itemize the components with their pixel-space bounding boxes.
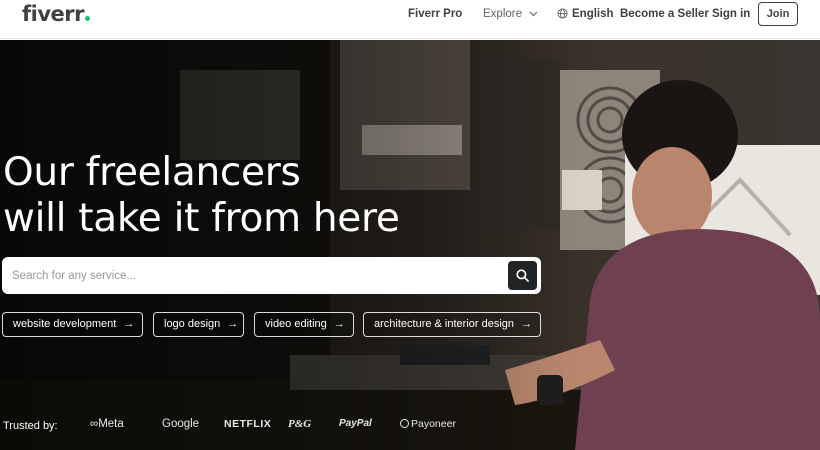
chip-label: logo design xyxy=(164,318,221,330)
arrow-right-icon: → xyxy=(521,318,533,330)
arrow-right-icon: → xyxy=(333,318,345,330)
nav-explore[interactable]: Explore xyxy=(483,8,538,20)
google-logo: Google xyxy=(162,418,200,430)
meta-logo-text: Meta xyxy=(98,418,124,430)
chip-video-editing[interactable]: video editing → xyxy=(254,312,354,337)
logo-text: fiverr xyxy=(22,2,84,26)
hero-overlay xyxy=(0,40,820,450)
nav-language[interactable]: English xyxy=(557,8,614,20)
nav-sign-in[interactable]: Sign in xyxy=(712,8,750,20)
payoneer-logo-text: Payoneer xyxy=(411,418,456,430)
payoneer-ring-icon xyxy=(400,419,409,428)
nav-language-label: English xyxy=(572,8,614,20)
nav-become-seller[interactable]: Become a Seller xyxy=(620,8,709,20)
meta-logo: ∞Meta xyxy=(90,418,124,430)
netflix-logo: NETFLIX xyxy=(224,418,272,430)
chevron-down-icon xyxy=(529,11,538,17)
chip-architecture-interior-design[interactable]: architecture & interior design → xyxy=(363,312,541,337)
pg-logo: P&G xyxy=(288,418,312,430)
hero-title: Our freelancers will take it from here xyxy=(3,150,400,242)
search-button[interactable] xyxy=(508,261,537,290)
payoneer-logo: Payoneer xyxy=(400,418,456,430)
chip-logo-design[interactable]: logo design → xyxy=(153,312,244,337)
search-input[interactable] xyxy=(12,257,502,294)
search-bar xyxy=(2,257,541,294)
arrow-right-icon: → xyxy=(123,318,135,330)
paypal-logo: PayPal xyxy=(339,418,372,429)
chip-label: architecture & interior design xyxy=(374,318,515,330)
join-button[interactable]: Join xyxy=(758,2,798,26)
hero-title-line-2: will take it from here xyxy=(3,196,400,241)
chip-label: video editing xyxy=(265,318,327,330)
fiverr-logo[interactable]: fiverr xyxy=(22,2,90,26)
top-navbar: fiverr Fiverr Pro Explore English Become… xyxy=(0,0,820,39)
search-icon xyxy=(516,269,529,282)
nav-explore-label: Explore xyxy=(483,8,522,20)
arrow-right-icon: → xyxy=(227,318,239,330)
hero-section: Our freelancers will take it from here w… xyxy=(0,40,820,450)
nav-fiverr-pro[interactable]: Fiverr Pro xyxy=(408,8,462,20)
chip-label: website development xyxy=(13,318,117,330)
logo-dot xyxy=(84,16,90,21)
globe-icon xyxy=(557,8,568,19)
trusted-by-label: Trusted by: xyxy=(3,420,58,432)
chip-website-development[interactable]: website development → xyxy=(2,312,143,337)
hero-title-line-1: Our freelancers xyxy=(3,150,301,195)
